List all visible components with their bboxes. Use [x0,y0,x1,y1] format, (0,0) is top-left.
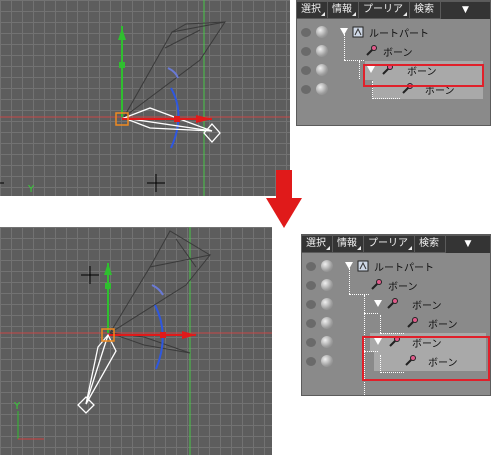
bone-icon [366,45,377,56]
panel-tabs: 選択 情報 プーリア 検索 ▼ [297,1,490,19]
scene-before [0,0,290,196]
tree-connector [372,98,400,99]
visibility-dot-icon[interactable] [316,83,328,95]
visibility-dot-icon[interactable] [321,355,333,367]
viewport-before[interactable]: Y [0,0,290,196]
expand-triangle-icon[interactable] [374,300,382,307]
tree-row-bone[interactable]: ボーン [297,42,490,61]
tree-row-label: ルートパート [374,263,434,274]
outliner-panel-after: 選択 情報 プーリア 検索 ▼ ルートパート ボーン ボーン ボーン ボーン ボ… [301,234,491,411]
tree-row-label: ボーン [428,320,458,331]
tab-primitive[interactable]: プーリア [364,236,414,252]
visibility-dot-icon[interactable] [321,279,333,291]
tab-primitive[interactable]: プーリア [359,2,409,18]
eye-icon[interactable] [301,85,311,94]
viewport-after[interactable]: Y [0,227,272,455]
bone-wireframe-upper [123,21,227,118]
tree-row-label: ルートパート [369,29,429,40]
highlight-box [362,336,490,381]
eye-icon[interactable] [306,319,316,328]
visibility-dot-icon[interactable] [316,45,328,57]
eye-icon[interactable] [306,281,316,290]
visibility-dot-icon[interactable] [316,26,328,38]
bone-icon [371,279,382,290]
tree-connector [344,60,364,61]
bone-selected[interactable] [122,107,221,143]
eye-icon[interactable] [301,66,311,75]
y-arrow-head[interactable] [118,28,126,40]
eye-icon[interactable] [306,357,316,366]
tab-info[interactable]: 情報 [328,2,358,18]
tree-row-bone[interactable]: ボーン [302,314,490,333]
y-arrow-head[interactable] [104,263,112,275]
tabs-more-button[interactable]: ▼ [441,2,490,19]
tree-row-label: ボーン [383,48,413,59]
tree-row-label: ボーン [388,282,418,293]
eye-icon[interactable] [306,262,316,271]
tab-info[interactable]: 情報 [333,236,363,252]
x-scale-handle[interactable] [174,116,180,122]
eye-icon[interactable] [306,338,316,347]
tree-row-bone[interactable]: ボーン [302,276,490,295]
y-axis-label: Y [28,184,35,195]
tree-connector [349,294,369,295]
eye-icon[interactable] [301,47,311,56]
scene-after [0,227,272,455]
outliner-panel-before: 選択 情報 プーリア 検索 ▼ ルートパート ボーン ボーン ボーン [296,0,491,126]
cursor-crosshair [81,266,99,284]
part-icon [357,260,369,272]
rotate-ring-top[interactable] [167,67,179,79]
cursor-crosshair [147,174,165,192]
tree-connector [359,61,360,79]
y-axis-label: Y [14,401,21,412]
x-scale-handle[interactable] [160,332,166,338]
y-scale-handle[interactable] [119,62,125,68]
visibility-dot-icon[interactable] [321,260,333,272]
tree-connector [344,34,345,60]
visibility-dot-icon[interactable] [321,317,333,329]
visibility-dot-icon[interactable] [321,336,333,348]
tree-row-label: ボーン [412,301,442,312]
tree-connector [380,333,404,334]
bone-icon [407,317,418,328]
tree-connector [380,315,381,333]
panel-tabs: 選択 情報 プーリア 検索 ▼ [302,235,490,253]
visibility-dot-icon[interactable] [321,298,333,310]
y-scale-handle[interactable] [105,283,111,289]
tree-connector [364,313,378,314]
x-arrow-head[interactable] [182,331,196,339]
bone-icon [387,298,398,309]
part-icon [352,26,364,38]
tab-search[interactable]: 検索 [410,2,440,18]
eye-icon[interactable] [306,300,316,309]
tabs-more-button[interactable]: ▼ [446,236,490,253]
tree-row-bone[interactable]: ボーン [302,295,490,314]
tab-search[interactable]: 検索 [415,236,445,252]
highlight-box [363,64,484,87]
rotate-ring-top[interactable] [151,284,164,296]
tree-row-root[interactable]: ルートパート [297,23,490,42]
visibility-dot-icon[interactable] [316,64,328,76]
eye-icon[interactable] [301,28,311,37]
down-arrow-icon [266,170,302,228]
tab-select[interactable]: 選択 [297,2,327,18]
tab-select[interactable]: 選択 [302,236,332,252]
tree-list: ルートパート ボーン ボーン ボーン [297,23,490,99]
bone-selected[interactable] [77,333,117,414]
tree-row-root[interactable]: ルートパート [302,257,490,276]
tree-connector [349,268,350,294]
